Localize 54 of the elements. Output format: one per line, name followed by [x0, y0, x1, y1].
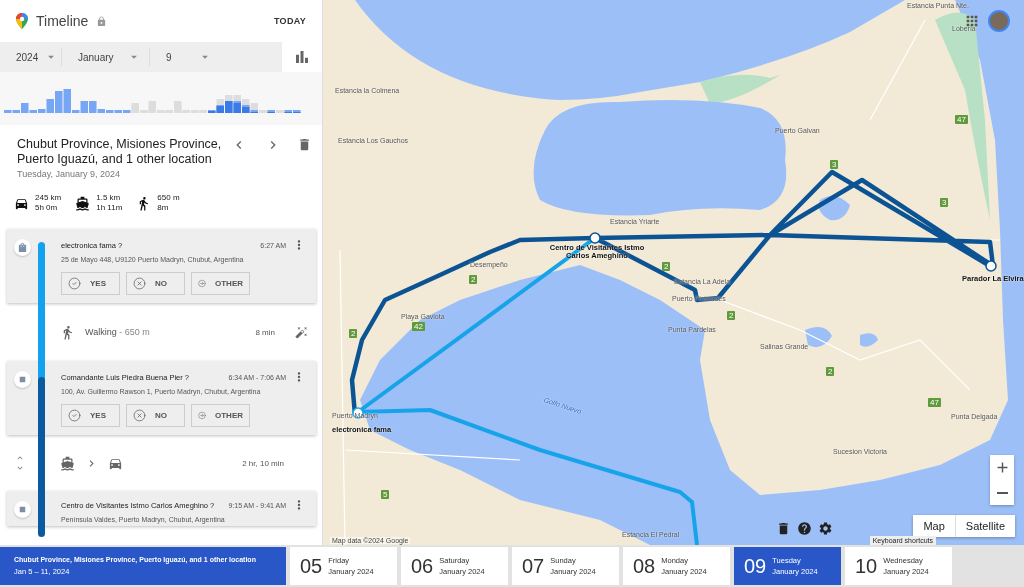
- arrow-circle-icon: [198, 409, 206, 422]
- ferry-icon: [60, 455, 75, 471]
- day-date: Tuesday, January 9, 2024: [17, 169, 122, 179]
- road-number: 2: [349, 329, 358, 338]
- ferry-icon: [75, 195, 91, 211]
- bar-chart-icon: [293, 48, 311, 66]
- today-button[interactable]: TODAY: [268, 15, 312, 27]
- activity-label: Walking - 650 m: [85, 327, 150, 337]
- magic-wand-icon[interactable]: [295, 325, 308, 339]
- bar-chart-button[interactable]: [282, 42, 322, 72]
- check-circle-icon: [68, 277, 81, 290]
- road-number: 2: [727, 311, 736, 320]
- app-title: Timeline: [36, 13, 89, 29]
- road-number: 42: [412, 322, 425, 331]
- zoom-in-button[interactable]: [990, 455, 1014, 480]
- road-number: 2: [469, 275, 478, 284]
- map-type-button[interactable]: Satellite: [954, 515, 1015, 537]
- date-dropdown[interactable]: January: [62, 48, 150, 66]
- map-type-button[interactable]: Map: [913, 515, 955, 537]
- map-pin-logo: [16, 13, 28, 29]
- date-dropdown[interactable]: 9: [150, 48, 220, 66]
- stop-icon: [14, 501, 31, 518]
- x-circle-icon: [133, 409, 146, 422]
- day-title: Chubut Province, Misiones Province, Puerto Iguazú, and 1 other location: [17, 137, 223, 167]
- activity-duration: 8 min: [255, 327, 275, 337]
- stop-icon: [14, 371, 31, 388]
- minus-icon: [996, 491, 1008, 494]
- road-number: 47: [955, 115, 968, 124]
- confirm-button[interactable]: OTHER: [191, 272, 250, 295]
- road-number: 5: [381, 490, 390, 499]
- confirm-button[interactable]: NO: [126, 272, 185, 295]
- trip-stat: 1.5 km 1h 11m: [96, 193, 123, 213]
- settings-icon[interactable]: [818, 521, 833, 536]
- confirm-button[interactable]: NO: [126, 404, 185, 427]
- transit-duration: 2 hr, 10 min: [242, 458, 284, 468]
- trip-stat: 650 m 8m: [157, 193, 180, 213]
- confirm-button[interactable]: YES: [61, 404, 120, 427]
- check-circle-icon: [68, 409, 81, 422]
- zoom-out-button[interactable]: [990, 480, 1014, 505]
- road-number: 3: [830, 160, 839, 169]
- road-number: 2: [662, 262, 671, 271]
- road-number: 47: [928, 398, 941, 407]
- arrow-circle-icon: [198, 277, 206, 290]
- road-number: 3: [940, 198, 949, 207]
- x-circle-icon: [133, 277, 146, 290]
- help-icon[interactable]: [797, 521, 812, 536]
- confirm-button[interactable]: YES: [61, 272, 120, 295]
- confirm-button[interactable]: OTHER: [191, 404, 250, 427]
- road-number: 2: [826, 367, 835, 376]
- delete-icon[interactable]: [776, 521, 791, 536]
- date-dropdown[interactable]: 2024: [0, 48, 62, 66]
- trip-stat: 245 km 5h 0m: [35, 193, 62, 213]
- shopping-bag-icon: [14, 239, 31, 256]
- lock-icon: [96, 15, 108, 27]
